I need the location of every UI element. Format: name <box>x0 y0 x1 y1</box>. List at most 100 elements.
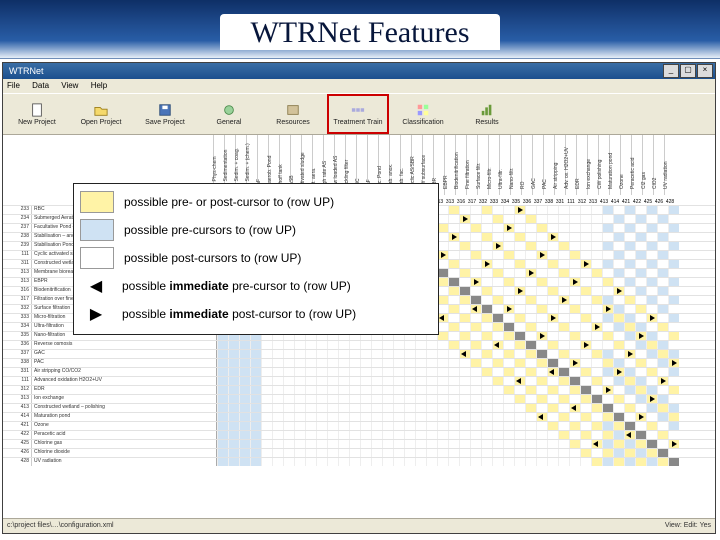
matrix-cell[interactable] <box>525 377 536 385</box>
matrix-cell[interactable] <box>613 206 624 214</box>
matrix-cell[interactable] <box>646 404 657 412</box>
matrix-cell[interactable] <box>437 449 448 457</box>
matrix-cell[interactable] <box>305 368 316 376</box>
matrix-cell[interactable] <box>448 206 459 214</box>
matrix-cell[interactable] <box>536 404 547 412</box>
matrix-cell[interactable] <box>525 359 536 367</box>
matrix-cell[interactable] <box>217 458 228 466</box>
matrix-cell[interactable] <box>591 314 602 322</box>
matrix-cell[interactable] <box>602 305 613 313</box>
matrix-cell[interactable] <box>514 224 525 232</box>
matrix-cell[interactable] <box>657 395 668 403</box>
matrix-cell[interactable] <box>316 377 327 385</box>
matrix-cell[interactable] <box>668 260 679 268</box>
matrix-cell[interactable] <box>228 404 239 412</box>
matrix-cell[interactable] <box>426 368 437 376</box>
matrix-cell[interactable] <box>349 395 360 403</box>
matrix-cell[interactable] <box>448 251 459 259</box>
matrix-cell[interactable] <box>547 242 558 250</box>
matrix-cell[interactable] <box>426 404 437 412</box>
matrix-cell[interactable] <box>217 404 228 412</box>
matrix-cell[interactable] <box>503 413 514 421</box>
matrix-cell[interactable] <box>470 341 481 349</box>
matrix-cell[interactable] <box>536 323 547 331</box>
matrix-cell[interactable] <box>668 359 679 367</box>
matrix-cell[interactable] <box>547 287 558 295</box>
matrix-cell[interactable] <box>635 296 646 304</box>
matrix-cell[interactable] <box>668 314 679 322</box>
matrix-cell[interactable] <box>569 377 580 385</box>
matrix-cell[interactable] <box>602 278 613 286</box>
matrix-cell[interactable] <box>569 422 580 430</box>
matrix-cell[interactable] <box>371 404 382 412</box>
matrix-cell[interactable] <box>228 422 239 430</box>
matrix-cell[interactable] <box>404 404 415 412</box>
matrix-cell[interactable] <box>481 422 492 430</box>
matrix-cell[interactable] <box>327 377 338 385</box>
matrix-cell[interactable] <box>613 314 624 322</box>
matrix-cell[interactable] <box>591 377 602 385</box>
matrix-cell[interactable] <box>580 287 591 295</box>
matrix-cell[interactable] <box>624 386 635 394</box>
matrix-cell[interactable] <box>470 458 481 466</box>
matrix-cell[interactable] <box>382 368 393 376</box>
matrix-cell[interactable] <box>470 350 481 358</box>
matrix-cell[interactable] <box>283 395 294 403</box>
matrix-cell[interactable] <box>404 449 415 457</box>
matrix-cell[interactable] <box>316 440 327 448</box>
matrix-cell[interactable] <box>613 440 624 448</box>
matrix-cell[interactable] <box>492 287 503 295</box>
matrix-cell[interactable] <box>327 431 338 439</box>
matrix-cell[interactable] <box>415 413 426 421</box>
matrix-cell[interactable] <box>569 404 580 412</box>
matrix-cell[interactable] <box>646 269 657 277</box>
matrix-cell[interactable] <box>569 386 580 394</box>
matrix-cell[interactable] <box>646 458 657 466</box>
matrix-cell[interactable] <box>426 422 437 430</box>
matrix-cell[interactable] <box>305 404 316 412</box>
matrix-cell[interactable] <box>536 314 547 322</box>
matrix-cell[interactable] <box>525 386 536 394</box>
matrix-cell[interactable] <box>470 377 481 385</box>
matrix-cell[interactable] <box>426 359 437 367</box>
matrix-cell[interactable] <box>448 350 459 358</box>
matrix-cell[interactable] <box>569 341 580 349</box>
matrix-cell[interactable] <box>261 386 272 394</box>
matrix-cell[interactable] <box>305 341 316 349</box>
matrix-cell[interactable] <box>646 251 657 259</box>
matrix-cell[interactable] <box>624 269 635 277</box>
matrix-cell[interactable] <box>646 323 657 331</box>
matrix-cell[interactable] <box>404 359 415 367</box>
matrix-cell[interactable] <box>283 404 294 412</box>
matrix-cell[interactable] <box>558 413 569 421</box>
matrix-cell[interactable] <box>514 350 525 358</box>
matrix-cell[interactable] <box>459 296 470 304</box>
matrix-cell[interactable] <box>448 413 459 421</box>
matrix-cell[interactable] <box>514 368 525 376</box>
matrix-cell[interactable] <box>349 413 360 421</box>
matrix-cell[interactable] <box>569 215 580 223</box>
matrix-cell[interactable] <box>448 332 459 340</box>
matrix-cell[interactable] <box>459 233 470 241</box>
matrix-cell[interactable] <box>327 413 338 421</box>
matrix-cell[interactable] <box>613 224 624 232</box>
matrix-cell[interactable] <box>250 431 261 439</box>
matrix-cell[interactable] <box>349 458 360 466</box>
matrix-cell[interactable] <box>657 449 668 457</box>
matrix-cell[interactable] <box>503 314 514 322</box>
matrix-cell[interactable] <box>525 368 536 376</box>
matrix-cell[interactable] <box>591 269 602 277</box>
matrix-cell[interactable] <box>228 395 239 403</box>
matrix-cell[interactable] <box>569 224 580 232</box>
matrix-cell[interactable] <box>448 260 459 268</box>
matrix-cell[interactable] <box>470 296 481 304</box>
matrix-cell[interactable] <box>338 458 349 466</box>
matrix-cell[interactable] <box>580 413 591 421</box>
matrix-cell[interactable] <box>657 332 668 340</box>
matrix-cell[interactable] <box>580 314 591 322</box>
matrix-cell[interactable] <box>272 440 283 448</box>
matrix-cell[interactable] <box>437 395 448 403</box>
matrix-cell[interactable] <box>459 431 470 439</box>
matrix-cell[interactable] <box>657 242 668 250</box>
matrix-cell[interactable] <box>591 215 602 223</box>
